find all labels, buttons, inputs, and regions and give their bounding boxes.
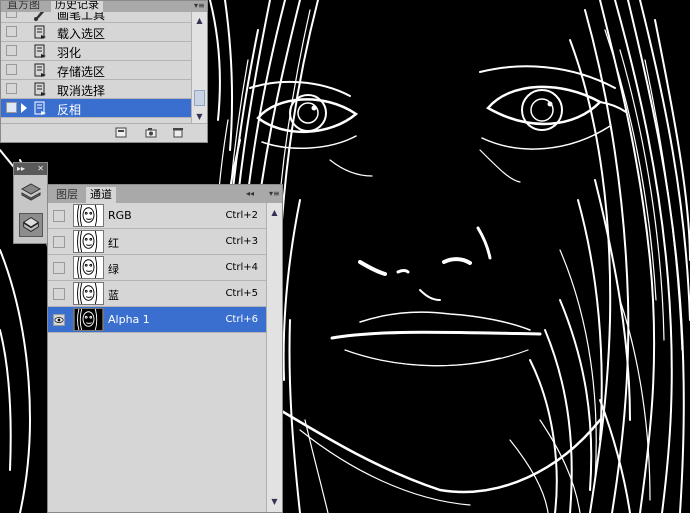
- channel-row[interactable]: 蓝 Ctrl+5: [48, 281, 266, 307]
- history-source-checkbox[interactable]: [6, 64, 17, 75]
- channel-shortcut: Ctrl+5: [225, 288, 258, 299]
- channel-thumbnail: [73, 308, 104, 331]
- dock-header[interactable]: ▸▸ ✕: [14, 163, 47, 175]
- history-step-label: 画笔工具: [57, 12, 106, 22]
- history-panel: 直方图 历史记录 ▾≡ 画笔工具载入选区羽化存储选区取消选择反相 ▲ ▼: [0, 0, 208, 143]
- history-scrollbar[interactable]: ▲ ▼: [191, 12, 207, 125]
- channel-shortcut: Ctrl+6: [225, 314, 258, 325]
- channels-icon[interactable]: [19, 213, 43, 237]
- scroll-down-icon[interactable]: ▼: [268, 495, 281, 508]
- scroll-up-icon[interactable]: ▲: [268, 206, 281, 219]
- history-state-icon: [34, 44, 46, 58]
- tab-channels[interactable]: 通道: [86, 187, 116, 203]
- channels-panel-tabs: 图层 通道 ◂◂ ▾≡: [48, 185, 282, 203]
- history-source-checkbox[interactable]: [6, 26, 17, 37]
- snapshot-camera-icon[interactable]: [145, 127, 157, 138]
- panel-dock-strip: ▸▸ ✕: [13, 162, 48, 244]
- channel-name: Alpha 1: [108, 313, 150, 326]
- channel-row[interactable]: 绿 Ctrl+4: [48, 255, 266, 281]
- history-state-icon: [34, 63, 46, 77]
- channel-thumbnail: [73, 282, 104, 305]
- visibility-eye-icon[interactable]: [53, 236, 65, 248]
- channel-shortcut: Ctrl+2: [225, 210, 258, 221]
- history-step[interactable]: 载入选区: [1, 23, 191, 42]
- history-step-label: 存储选区: [57, 65, 106, 79]
- channel-shortcut: Ctrl+3: [225, 236, 258, 247]
- history-list: 画笔工具载入选区羽化存储选区取消选择反相: [1, 12, 191, 125]
- history-footer: [1, 123, 207, 142]
- history-step-label: 载入选区: [57, 27, 106, 41]
- new-document-from-state-icon[interactable]: [115, 127, 127, 138]
- history-step[interactable]: 画笔工具: [1, 12, 191, 23]
- trash-icon[interactable]: [172, 127, 184, 138]
- channel-name: RGB: [108, 209, 132, 222]
- panel-menu-icon[interactable]: ▾≡: [269, 189, 280, 199]
- channel-name: 红: [108, 237, 119, 250]
- history-source-checkbox[interactable]: [6, 45, 17, 56]
- history-step[interactable]: 反相: [1, 99, 191, 118]
- tab-history[interactable]: 历史记录: [51, 1, 103, 12]
- history-source-checkbox[interactable]: [6, 83, 17, 94]
- history-source-checkbox[interactable]: [6, 102, 17, 113]
- visibility-eye-icon[interactable]: [53, 210, 65, 222]
- history-current-arrow-icon: [21, 103, 27, 113]
- channel-row[interactable]: Alpha 1 Ctrl+6: [48, 307, 266, 333]
- panel-menu-icon[interactable]: ▾≡: [194, 1, 205, 11]
- visibility-eye-icon[interactable]: [53, 262, 65, 274]
- visibility-eye-icon[interactable]: [53, 288, 65, 300]
- tab-layers[interactable]: 图层: [52, 187, 82, 203]
- scroll-down-icon[interactable]: ▼: [193, 110, 206, 123]
- brush-icon: [34, 12, 45, 21]
- history-source-checkbox[interactable]: [6, 12, 17, 18]
- visibility-eye-icon[interactable]: [53, 314, 65, 326]
- history-state-icon: [34, 82, 46, 96]
- tab-histogram[interactable]: 直方图: [3, 1, 44, 12]
- channel-row[interactable]: 红 Ctrl+3: [48, 229, 266, 255]
- history-step[interactable]: 取消选择: [1, 80, 191, 99]
- scroll-up-icon[interactable]: ▲: [193, 14, 206, 27]
- history-step[interactable]: 存储选区: [1, 61, 191, 80]
- channel-row[interactable]: RGB Ctrl+2: [48, 203, 266, 229]
- history-step-label: 反相: [57, 103, 82, 117]
- history-step-label: 羽化: [57, 46, 82, 60]
- collapse-panel-icon[interactable]: ◂◂: [246, 188, 260, 199]
- channel-name: 绿: [108, 263, 119, 276]
- channels-scrollbar[interactable]: ▲ ▼: [266, 203, 282, 512]
- close-dock-icon[interactable]: ✕: [37, 163, 44, 175]
- history-step[interactable]: 羽化: [1, 42, 191, 61]
- channel-shortcut: Ctrl+4: [225, 262, 258, 273]
- history-state-icon: [34, 25, 46, 39]
- scroll-thumb[interactable]: [194, 90, 205, 106]
- history-step-label: 取消选择: [57, 84, 106, 98]
- channels-list: RGB Ctrl+2 红 Ctrl+3 绿 Ctrl+4 蓝 Ctrl+5 Alpha 1 Ctr…: [48, 203, 266, 512]
- channels-panel: 图层 通道 ◂◂ ▾≡ RGB Ctrl+2 红 Ctrl+3 绿 Ctrl+4 蓝 Ctrl…: [47, 184, 283, 513]
- expand-dock-icon[interactable]: ▸▸: [17, 163, 25, 175]
- history-state-icon: [34, 101, 46, 115]
- channel-thumbnail: [73, 204, 104, 227]
- layers-icon[interactable]: [19, 181, 43, 205]
- channel-thumbnail: [73, 230, 104, 253]
- channel-name: 蓝: [108, 289, 119, 302]
- channel-thumbnail: [73, 256, 104, 279]
- history-panel-tabs: 直方图 历史记录 ▾≡: [1, 1, 207, 12]
